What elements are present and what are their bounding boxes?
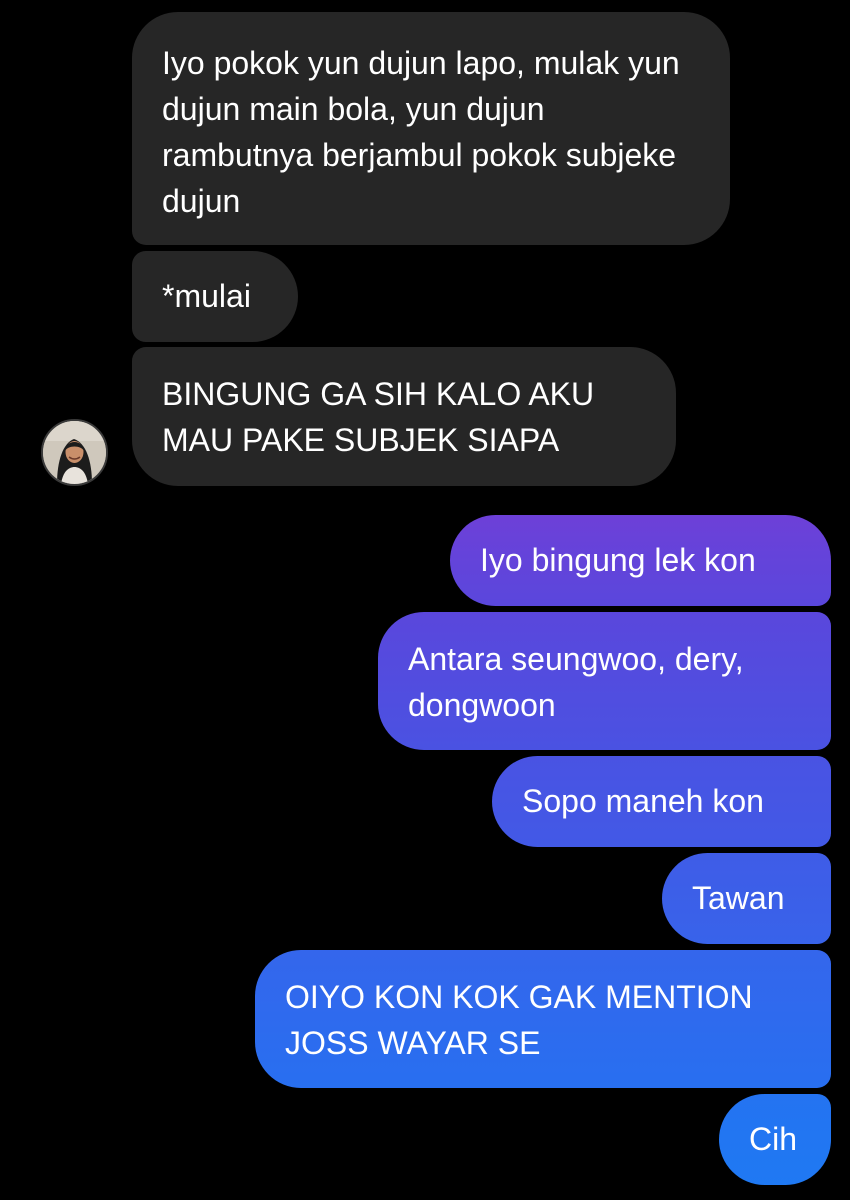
message-text: BINGUNG GA SIH KALO AKU MAU PAKE SUBJEK … <box>162 376 595 458</box>
message-text: Iyo pokok yun dujun lapo, mulak yun duju… <box>162 45 680 219</box>
outgoing-message[interactable]: OIYO KON KOK GAK MENTION JOSS WAYAR SE <box>255 950 831 1088</box>
message-text: Antara seungwoo, dery, dongwoon <box>408 641 744 723</box>
message-text: OIYO KON KOK GAK MENTION JOSS WAYAR SE <box>285 979 753 1061</box>
incoming-message[interactable]: BINGUNG GA SIH KALO AKU MAU PAKE SUBJEK … <box>132 347 676 486</box>
message-text: *mulai <box>162 278 251 314</box>
message-text: Cih <box>749 1121 798 1157</box>
profile-photo-avatar-icon <box>43 421 106 484</box>
outgoing-message[interactable]: Antara seungwoo, dery, dongwoon <box>378 612 831 750</box>
message-text: Sopo maneh kon <box>522 783 764 819</box>
message-text: Iyo bingung lek kon <box>480 542 756 578</box>
outgoing-message[interactable]: Cih <box>719 1094 831 1185</box>
outgoing-message[interactable]: Sopo maneh kon <box>492 756 831 847</box>
outgoing-message[interactable]: Tawan <box>662 853 831 944</box>
outgoing-message[interactable]: Iyo bingung lek kon <box>450 515 831 606</box>
contact-avatar[interactable] <box>41 419 108 486</box>
message-text: Tawan <box>692 880 785 916</box>
incoming-message[interactable]: *mulai <box>132 251 298 342</box>
message-thread: Iyo pokok yun dujun lapo, mulak yun duju… <box>0 0 850 1200</box>
incoming-message[interactable]: Iyo pokok yun dujun lapo, mulak yun duju… <box>132 12 730 245</box>
